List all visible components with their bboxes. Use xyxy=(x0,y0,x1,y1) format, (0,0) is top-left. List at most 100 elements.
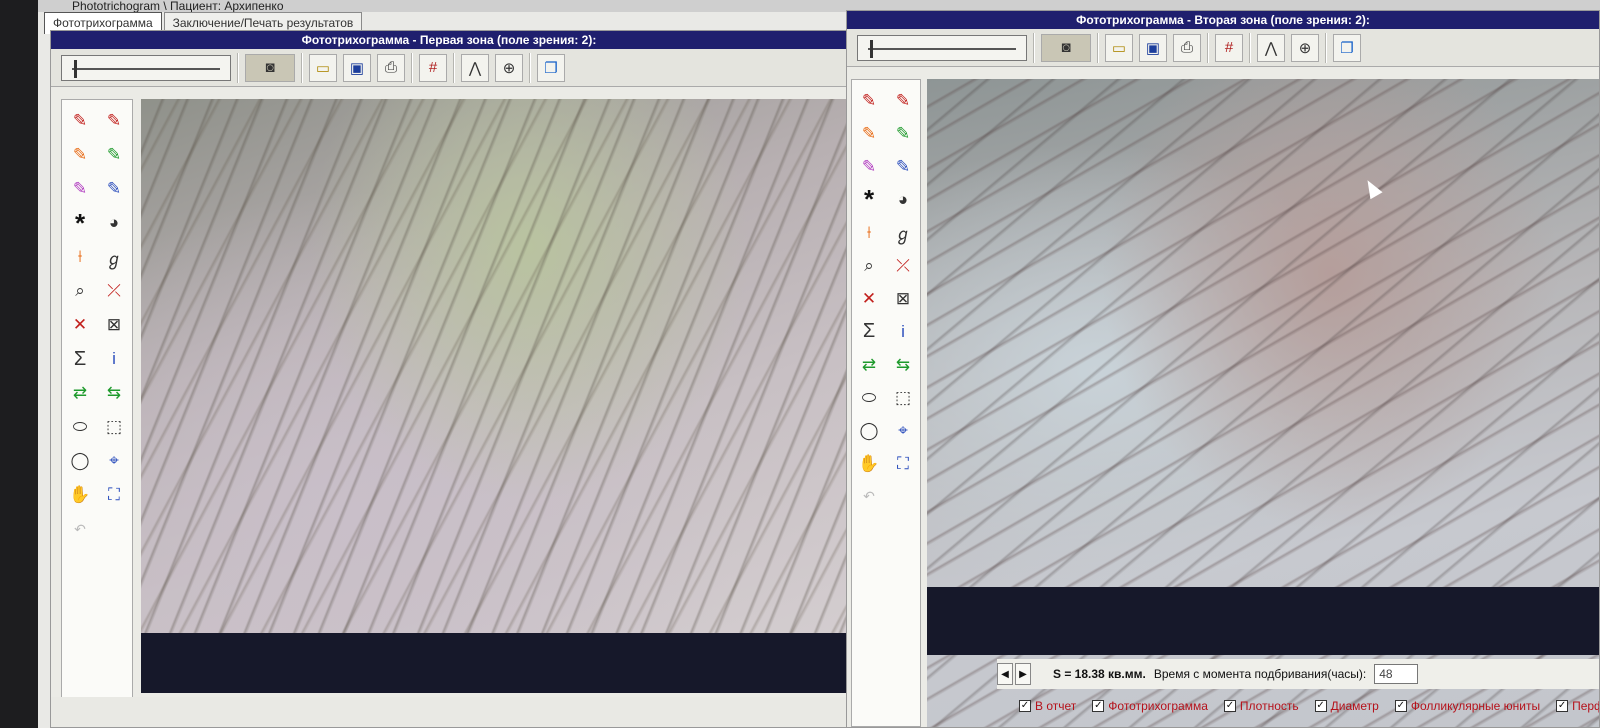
cross-hair-icon[interactable]: ⤫ xyxy=(886,249,920,282)
printer-icon[interactable]: ⎙ xyxy=(377,53,405,82)
zone1-panel: Фототрихограмма - Первая зона (поле зрен… xyxy=(50,30,848,728)
checkbox-icon[interactable]: ✓ xyxy=(1019,700,1031,712)
zoom-region-icon[interactable]: ⌖ xyxy=(886,414,920,447)
undo-icon[interactable]: ↶ xyxy=(852,480,886,513)
ruler-icon[interactable]: ⟊ xyxy=(63,240,97,274)
info-icon[interactable]: i xyxy=(886,315,920,348)
floppy-disk-icon[interactable]: ▣ xyxy=(1139,33,1167,62)
cross-hair-icon[interactable]: ⤫ xyxy=(97,274,131,308)
ellipse-icon[interactable]: ⬭ xyxy=(63,410,97,444)
folder-open-icon[interactable]: ▭ xyxy=(309,53,337,82)
delete-selection-icon[interactable]: ⊠ xyxy=(97,308,131,342)
zone2-image-viewer[interactable]: ◀ ▶ S = 18.38 кв.мм. Время с момента под… xyxy=(927,79,1599,727)
sigma-icon[interactable]: Σ xyxy=(852,315,886,348)
zone1-dark-band xyxy=(141,633,847,693)
checkbox-perifollicular-signs[interactable]: ✓Перфолликулярные знаки xyxy=(1556,699,1599,713)
zone1-toolbar: ◙ ▭ ▣ ⎙ # ⋀ ⊕ ❐ xyxy=(51,49,847,87)
yellow-marker-icon[interactable]: ✎ xyxy=(852,117,886,150)
report-checkboxes: ✓ В отчет ✓ Фототрихограмма ✓ Плотность ✓ Ди… xyxy=(1019,695,1599,717)
red-marker-icon[interactable]: ✎ xyxy=(63,104,97,138)
hours-input[interactable]: 48 xyxy=(1374,664,1419,684)
time-label: Время с момента подбривания(часы): xyxy=(1153,667,1367,681)
checkbox-icon[interactable]: ✓ xyxy=(1223,700,1236,712)
color-wheel-icon[interactable]: ◕ xyxy=(886,183,920,216)
layers-icon[interactable]: ❐ xyxy=(1333,33,1361,62)
checkbox-phototrichogram[interactable]: ✓ Фототрихограмма xyxy=(1092,699,1208,713)
zone2-panel: Фототрихограмма - Вторая зона (поле зрен… xyxy=(846,10,1600,728)
camera-icon[interactable]: ◙ xyxy=(245,53,295,82)
delete-selection-icon[interactable]: ⊠ xyxy=(886,282,920,315)
hand-icon[interactable]: ✋ xyxy=(852,447,886,480)
magenta-marker-icon[interactable]: ✎ xyxy=(852,150,886,183)
zone2-side-toolbar: ✎ ✎ ✎ ✎ ✎ ✎ * ◕ ⟊ ℊ ⌕ ⤫ ✕ ⊠ Σ i ⇄ ⇆ ⬭ ⬚ xyxy=(851,79,921,727)
zone2-status-bar: ◀ ▶ S = 18.38 кв.мм. Время с момента под… xyxy=(997,659,1599,689)
zoom-icon[interactable]: ⌕ xyxy=(852,249,886,282)
zone1-body: ✎ ✎ ✎ ✎ ✎ ✎ * ◕ ⟊ ℊ ⌕ ⤫ ✕ ⊠ Σ i ⇄ ⇆ ⬭ ⬚ xyxy=(51,89,847,727)
lasso-icon[interactable]: ◯ xyxy=(63,444,97,478)
red-marker-alt-icon[interactable]: ✎ xyxy=(886,84,920,117)
fit-icon[interactable]: ⛶ xyxy=(97,478,131,512)
magenta-marker-icon[interactable]: ✎ xyxy=(63,172,97,206)
layers-icon[interactable]: ❐ xyxy=(537,53,565,82)
grid-icon[interactable]: # xyxy=(1215,33,1243,62)
grid-icon[interactable]: # xyxy=(419,53,447,82)
blue-marker-icon[interactable]: ✎ xyxy=(886,150,920,183)
red-marker-icon[interactable]: ✎ xyxy=(852,84,886,117)
rect-select-icon[interactable]: ⬚ xyxy=(97,410,131,444)
camera-icon[interactable]: ◙ xyxy=(1041,33,1091,62)
angle-measure-icon[interactable]: ⋀ xyxy=(461,53,489,82)
prev-arrow-icon[interactable]: ◀ xyxy=(997,663,1013,685)
checkbox-diameter[interactable]: ✓ Диаметр xyxy=(1314,699,1379,713)
angle-measure-icon[interactable]: ⋀ xyxy=(1257,33,1285,62)
zone1-image-viewer[interactable] xyxy=(141,99,847,693)
nav-buttons: ◀ ▶ xyxy=(997,663,1031,685)
folder-open-icon[interactable]: ▭ xyxy=(1105,33,1133,62)
undo-icon[interactable]: ↶ xyxy=(63,512,97,546)
checkbox-follicular-units[interactable]: ✓ Фолликулярные юниты xyxy=(1394,699,1540,713)
floppy-disk-icon[interactable]: ▣ xyxy=(343,53,371,82)
swap-green-icon[interactable]: ⇄ xyxy=(63,376,97,410)
rect-select-icon[interactable]: ⬚ xyxy=(886,381,920,414)
checkbox-density[interactable]: ✓ Плотность xyxy=(1223,699,1299,713)
checkbox-icon[interactable]: ✓ xyxy=(1092,700,1105,712)
green-marker-icon[interactable]: ✎ xyxy=(97,138,131,172)
ruler-icon[interactable]: ⟊ xyxy=(852,216,886,249)
delete-icon[interactable]: ✕ xyxy=(63,308,97,342)
info-icon[interactable]: i xyxy=(97,342,131,376)
hand-icon[interactable]: ✋ xyxy=(63,478,97,512)
checkbox-icon[interactable]: ✓ xyxy=(1314,700,1327,712)
ellipse-icon[interactable]: ⬭ xyxy=(852,381,886,414)
zone1-side-toolbar: ✎ ✎ ✎ ✎ ✎ ✎ * ◕ ⟊ ℊ ⌕ ⤫ ✕ ⊠ Σ i ⇄ ⇆ ⬭ ⬚ xyxy=(61,99,133,727)
yellow-marker-icon[interactable]: ✎ xyxy=(63,138,97,172)
crosshair-icon[interactable]: ⊕ xyxy=(495,53,523,82)
zoom-icon[interactable]: ⌕ xyxy=(63,274,97,308)
swap-alt-icon[interactable]: ⇆ xyxy=(97,376,131,410)
color-wheel-icon[interactable]: ◕ xyxy=(97,206,131,240)
blue-marker-icon[interactable]: ✎ xyxy=(97,172,131,206)
zoom-region-icon[interactable]: ⌖ xyxy=(97,444,131,478)
fit-icon[interactable]: ⛶ xyxy=(886,447,920,480)
checkbox-in-report[interactable]: ✓ В отчет xyxy=(1019,699,1076,713)
sigma-icon[interactable]: Σ xyxy=(63,342,97,376)
zone2-dark-band xyxy=(927,587,1599,655)
hair-curl-icon[interactable]: ℊ xyxy=(97,240,131,274)
swap-alt-icon[interactable]: ⇆ xyxy=(886,348,920,381)
zone2-slider[interactable] xyxy=(857,34,1027,61)
next-arrow-icon[interactable]: ▶ xyxy=(1015,663,1031,685)
crosshair-icon[interactable]: ⊕ xyxy=(1291,33,1319,62)
asterisk-icon[interactable]: * xyxy=(63,206,97,240)
zone1-title: Фототрихограмма - Первая зона (поле зрен… xyxy=(51,31,847,49)
zone2-toolbar: ◙ ▭ ▣ ⎙ # ⋀ ⊕ ❐ xyxy=(847,29,1599,67)
red-marker-alt-icon[interactable]: ✎ xyxy=(97,104,131,138)
zone1-slider[interactable] xyxy=(61,54,231,81)
hair-curl-icon[interactable]: ℊ xyxy=(886,216,920,249)
checkbox-icon[interactable]: ✓ xyxy=(1556,700,1569,712)
asterisk-icon[interactable]: * xyxy=(852,183,886,216)
lasso-icon[interactable]: ◯ xyxy=(852,414,886,447)
delete-icon[interactable]: ✕ xyxy=(852,282,886,315)
checkbox-icon[interactable]: ✓ xyxy=(1394,700,1407,712)
green-marker-icon[interactable]: ✎ xyxy=(886,117,920,150)
printer-icon[interactable]: ⎙ xyxy=(1173,33,1201,62)
monitor-screen: Phototrichogram \ Пациент: Архипенко Фот… xyxy=(38,0,1600,728)
swap-green-icon[interactable]: ⇄ xyxy=(852,348,886,381)
